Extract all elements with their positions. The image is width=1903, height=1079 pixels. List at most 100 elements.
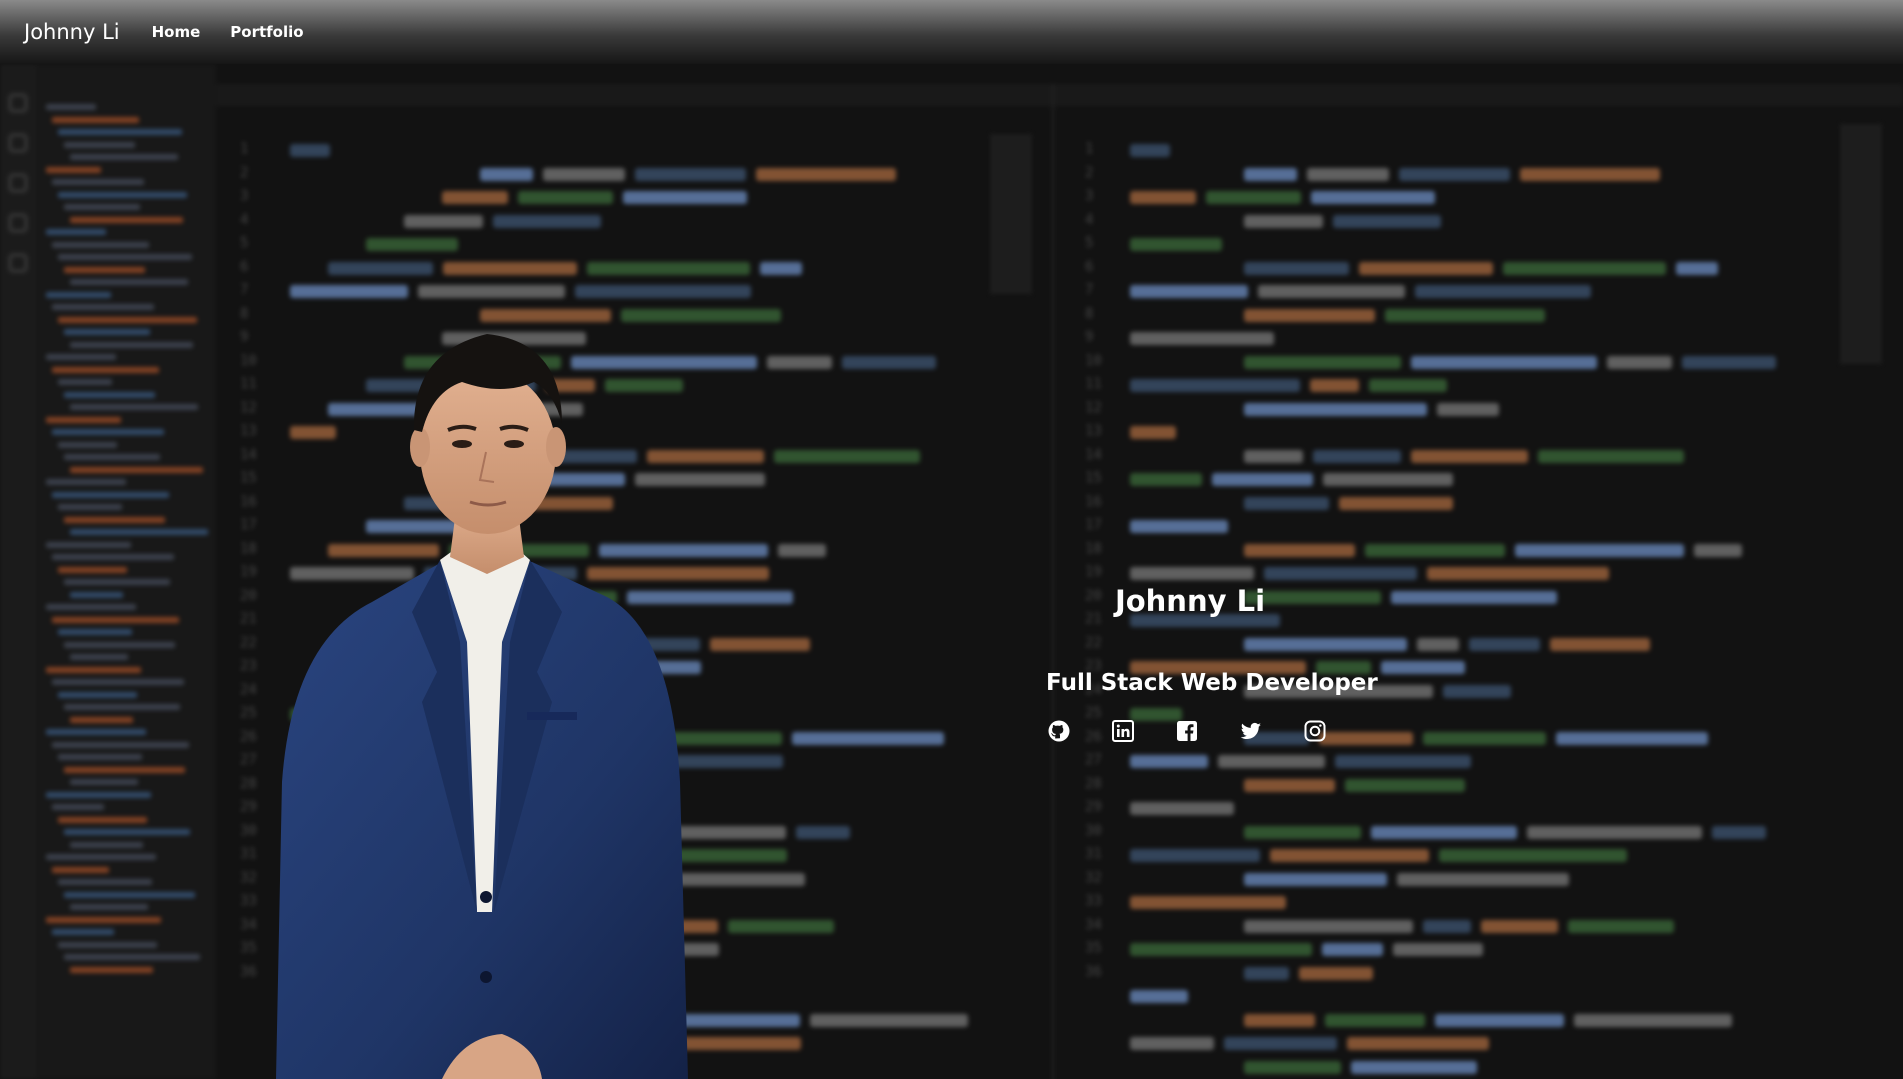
code-token: [443, 261, 577, 275]
code-token: [1365, 543, 1505, 557]
code-token: [1307, 167, 1389, 181]
code-token: [1469, 637, 1540, 651]
code-token: [1369, 379, 1447, 392]
twitter-link[interactable]: [1238, 718, 1264, 744]
code-token: [1550, 637, 1650, 651]
code-token: [1427, 567, 1609, 580]
code-token: [1351, 1060, 1477, 1074]
code-token: [1130, 426, 1176, 439]
code-token: [442, 191, 508, 204]
editor-line-number: 15: [1085, 470, 1102, 486]
explorer-entry: [70, 779, 138, 785]
linkedin-icon: [1112, 720, 1134, 742]
code-token: [1311, 191, 1435, 204]
code-token: [1345, 778, 1465, 792]
facebook-icon: [1177, 721, 1197, 741]
nav-link-home[interactable]: Home: [152, 23, 201, 41]
code-token: [1299, 966, 1373, 980]
code-token: [1244, 919, 1413, 933]
explorer-entry: [52, 741, 189, 748]
editor-line-number: 4: [1085, 211, 1094, 228]
code-token: [1244, 496, 1329, 510]
code-token: [1244, 214, 1323, 228]
explorer-entry: [52, 116, 139, 123]
instagram-link[interactable]: [1302, 718, 1328, 744]
editor-line-number: 2: [1085, 164, 1094, 181]
code-token: [1423, 731, 1546, 745]
explorer-entry: [64, 141, 135, 148]
code-token: [1323, 473, 1453, 486]
code-token: [1333, 214, 1441, 228]
explorer-entry: [64, 641, 175, 648]
explorer-entry: [52, 304, 154, 310]
nav-link-portfolio[interactable]: Portfolio: [230, 23, 303, 41]
explorer-entry: [52, 866, 109, 873]
code-token: [1607, 355, 1672, 369]
editor-line-number: 31: [240, 846, 257, 862]
github-link[interactable]: [1046, 718, 1072, 744]
code-token: [1423, 919, 1471, 933]
code-token: [404, 214, 483, 228]
code-token: [1130, 144, 1170, 157]
editor-line-number: 17: [240, 517, 257, 533]
code-token: [635, 167, 746, 181]
code-token: [328, 261, 433, 275]
code-token: [1244, 308, 1375, 322]
code-token: [1527, 825, 1702, 839]
editor-line-number: 22: [240, 634, 257, 651]
explorer-entry: [70, 841, 143, 848]
editor-line-number: 7: [1085, 282, 1094, 298]
editor-line-number: 35: [1085, 940, 1102, 956]
code-token: [1676, 261, 1718, 275]
code-token: [1399, 167, 1510, 181]
editor-line-number: 15: [240, 470, 257, 486]
editor-line-number: 11: [240, 376, 257, 392]
editor-line-number: 27: [1085, 752, 1102, 768]
editor-line-number: 9: [240, 329, 249, 345]
code-token: [1339, 496, 1453, 510]
code-token: [290, 285, 408, 298]
explorer-entry: [70, 654, 128, 660]
code-token: [1244, 825, 1361, 839]
github-icon: [1048, 720, 1070, 742]
code-token: [587, 261, 750, 275]
code-token: [1130, 755, 1208, 768]
code-token: [1130, 520, 1228, 533]
explorer-entry: [70, 216, 183, 223]
explorer-entry: [46, 541, 131, 548]
explorer-entry: [46, 229, 106, 235]
editor-line-number: 10: [240, 352, 257, 369]
explorer-entry: [46, 604, 136, 610]
code-token: [1130, 379, 1300, 392]
code-token: [792, 731, 944, 745]
code-token: [1130, 849, 1260, 862]
code-token: [1443, 684, 1511, 698]
editor-line-number: 7: [240, 282, 249, 298]
brand-link[interactable]: Johnny Li: [24, 20, 120, 44]
editor-line-number: 35: [240, 940, 257, 956]
editor-line-number: 12: [1085, 399, 1102, 416]
editor-activity-bar: [0, 64, 36, 1079]
hero-job-title: Full Stack Web Developer: [1046, 670, 1378, 696]
linkedin-link[interactable]: [1110, 718, 1136, 744]
code-token: [1130, 238, 1222, 251]
code-token: [1481, 919, 1558, 933]
explorer-entry: [70, 404, 198, 410]
explorer-entry: [64, 329, 150, 335]
explorer-entry: [58, 254, 192, 260]
editor-line-number: 8: [1085, 305, 1094, 322]
editor-line-number: 29: [240, 799, 257, 815]
code-token: [1130, 896, 1286, 909]
code-token: [1538, 449, 1684, 463]
editor-line-number: 34: [240, 916, 257, 933]
facebook-link[interactable]: [1174, 718, 1200, 744]
explorer-entry: [46, 291, 111, 298]
code-token: [1130, 802, 1234, 815]
explorer-entry: [70, 341, 193, 348]
explorer-entry: [64, 454, 160, 460]
code-token: [623, 191, 747, 204]
code-token: [1130, 332, 1274, 345]
code-token: [756, 167, 896, 181]
editor-minimap-right: [1840, 124, 1882, 364]
explorer-entry: [70, 279, 188, 285]
